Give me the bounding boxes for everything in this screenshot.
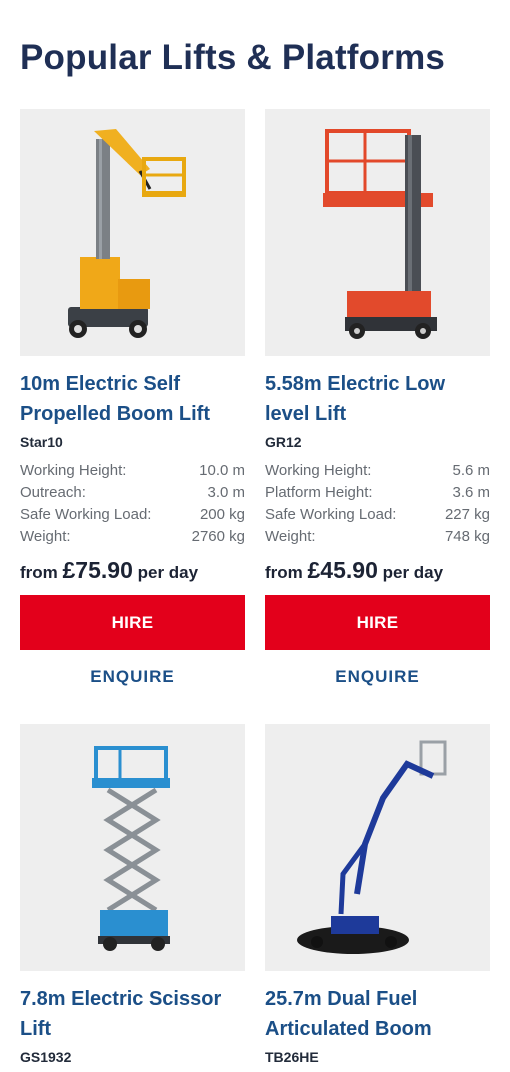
spec-label: Outreach: (20, 484, 86, 501)
product-model: Star10 (20, 434, 63, 450)
product-image[interactable] (265, 109, 490, 356)
product-card: 25.7m Dual Fuel Articulated Boom TB26HE (265, 724, 490, 1065)
product-model: GR12 (265, 434, 302, 450)
articulated-boom-image (297, 740, 447, 954)
scissor-lift-image (92, 746, 170, 951)
enquire-link[interactable]: ENQUIRE (20, 667, 245, 687)
spec-label: Platform Height: (265, 484, 373, 501)
spec-value: 748 kg (444, 528, 490, 545)
spec-label: Working Height: (20, 462, 127, 479)
price: from £75.90 per day (20, 557, 245, 584)
spec-row: Platform Height: 3.6 m (265, 482, 490, 504)
boom-lift-image (68, 129, 186, 338)
spec-list: Working Height: 5.6 m Platform Height: 3… (265, 460, 490, 548)
spec-value: 3.6 m (452, 484, 490, 501)
spec-label: Working Height: (265, 462, 372, 479)
spec-value: 2760 kg (191, 528, 245, 545)
spec-label: Safe Working Load: (265, 506, 397, 523)
product-card: 10m Electric Self Propelled Boom Lift St… (20, 109, 245, 687)
spec-row: Weight: 2760 kg (20, 526, 245, 548)
spec-label: Weight: (20, 528, 71, 545)
spec-row: Safe Working Load: 200 kg (20, 504, 245, 526)
spec-value: 200 kg (199, 506, 245, 523)
price-suffix: per day (382, 563, 444, 582)
hire-button[interactable]: HIRE (20, 595, 245, 650)
product-image[interactable] (20, 724, 245, 971)
spec-value: 5.6 m (452, 462, 490, 479)
hire-button[interactable]: HIRE (265, 595, 490, 650)
product-title[interactable]: 7.8m Electric Scissor Lift (20, 984, 245, 1044)
spec-row: Outreach: 3.0 m (20, 482, 245, 504)
product-card: 7.8m Electric Scissor Lift GS1932 (20, 724, 245, 1065)
mast-lift-image (323, 129, 437, 339)
spec-row: Working Height: 5.6 m (265, 460, 490, 482)
spec-value: 10.0 m (199, 462, 245, 479)
page-title: Popular Lifts & Platforms (20, 38, 446, 77)
spec-value: 227 kg (444, 506, 490, 523)
enquire-link[interactable]: ENQUIRE (265, 667, 490, 687)
product-title[interactable]: 5.58m Electric Low level Lift (265, 369, 490, 429)
spec-list: Working Height: 10.0 m Outreach: 3.0 m S… (20, 460, 245, 548)
spec-row: Safe Working Load: 227 kg (265, 504, 490, 526)
price-prefix: from (20, 563, 58, 582)
product-title[interactable]: 10m Electric Self Propelled Boom Lift (20, 369, 245, 429)
product-model: GS1932 (20, 1049, 72, 1065)
product-title[interactable]: 25.7m Dual Fuel Articulated Boom (265, 984, 490, 1044)
product-image[interactable] (265, 724, 490, 971)
spec-value: 3.0 m (207, 484, 245, 501)
price: from £45.90 per day (265, 557, 490, 584)
price-amount: £45.90 (307, 557, 378, 583)
spec-row: Working Height: 10.0 m (20, 460, 245, 482)
product-image[interactable] (20, 109, 245, 356)
spec-label: Weight: (265, 528, 316, 545)
price-amount: £75.90 (62, 557, 133, 583)
price-prefix: from (265, 563, 303, 582)
price-suffix: per day (137, 563, 199, 582)
product-card: 5.58m Electric Low level Lift GR12 Worki… (265, 109, 490, 687)
spec-row: Weight: 748 kg (265, 526, 490, 548)
spec-label: Safe Working Load: (20, 506, 152, 523)
product-model: TB26HE (265, 1049, 319, 1065)
